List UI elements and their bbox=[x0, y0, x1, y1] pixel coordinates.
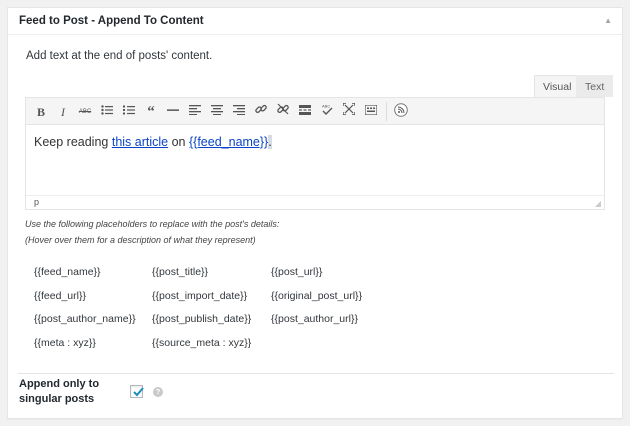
placeholder-feed-url[interactable]: {{feed_url}} bbox=[34, 290, 86, 302]
collapse-arrow-icon[interactable]: ▲ bbox=[604, 16, 612, 25]
fullscreen-icon[interactable] bbox=[340, 102, 358, 121]
placeholder-meta[interactable]: {{meta : xyz}} bbox=[34, 337, 96, 349]
placeholder-post-url[interactable]: {{post_url}} bbox=[271, 266, 322, 278]
placeholder-post-publish-date[interactable]: {{post_publish_date}} bbox=[152, 313, 251, 325]
question-mark-icon[interactable]: ? bbox=[153, 387, 163, 397]
content-editor: B I ABC “ ABC Keep reading this article … bbox=[25, 97, 605, 210]
blockquote-icon[interactable]: “ bbox=[142, 103, 160, 121]
horizontal-rule-icon[interactable] bbox=[164, 103, 182, 121]
content-text: Keep reading bbox=[34, 135, 112, 149]
italic-icon[interactable]: I bbox=[54, 103, 72, 121]
this-article-link[interactable]: this article bbox=[112, 135, 168, 149]
section-divider bbox=[18, 373, 614, 374]
numbered-list-icon[interactable] bbox=[120, 103, 138, 121]
rss-icon[interactable] bbox=[392, 103, 410, 121]
checkmark-icon bbox=[133, 387, 144, 397]
panel-header[interactable]: Feed to Post - Append To Content ▲ bbox=[8, 8, 622, 35]
placeholder-post-author-url[interactable]: {{post_author_url}} bbox=[271, 313, 358, 325]
editor-toolbar: B I ABC “ ABC bbox=[26, 98, 604, 125]
placeholder-post-title[interactable]: {{post_title}} bbox=[152, 266, 208, 278]
panel-description: Add text at the end of posts' content. bbox=[26, 50, 213, 62]
panel-title: Feed to Post - Append To Content bbox=[19, 15, 204, 27]
feed-name-link[interactable]: {{feed_name}} bbox=[189, 135, 268, 149]
append-singular-label: Append only to singular posts bbox=[19, 378, 100, 405]
align-right-icon[interactable] bbox=[230, 103, 248, 121]
append-to-content-panel: Feed to Post - Append To Content ▲ Add t… bbox=[7, 7, 623, 419]
align-center-icon[interactable] bbox=[208, 103, 226, 121]
toolbar-separator bbox=[386, 102, 387, 121]
kitchen-sink-icon[interactable] bbox=[362, 103, 380, 121]
placeholder-post-import-date[interactable]: {{post_import_date}} bbox=[152, 290, 247, 302]
placeholder-feed-name[interactable]: {{feed_name}} bbox=[34, 266, 101, 278]
strikethrough-icon[interactable]: ABC bbox=[76, 103, 94, 121]
bullet-list-icon[interactable] bbox=[98, 103, 116, 121]
bold-icon[interactable]: B bbox=[32, 103, 50, 121]
tab-text[interactable]: Text bbox=[576, 75, 614, 97]
placeholder-original-post-url[interactable]: {{original_post_url}} bbox=[271, 290, 362, 302]
placeholder-source-meta[interactable]: {{source_meta : xyz}} bbox=[152, 337, 251, 349]
unlink-icon[interactable] bbox=[274, 103, 292, 121]
element-path[interactable]: p bbox=[34, 197, 39, 207]
placeholder-post-author-name[interactable]: {{post_author_name}} bbox=[34, 313, 136, 325]
align-left-icon[interactable] bbox=[186, 103, 204, 121]
help-text-line2: (Hover over them for a description of wh… bbox=[25, 235, 256, 245]
help-text-line1: Use the following placeholders to replac… bbox=[25, 219, 280, 229]
read-more-icon[interactable] bbox=[296, 103, 314, 121]
editor-statusbar: p ◢ bbox=[26, 195, 604, 209]
editor-content-area[interactable]: Keep reading this article on {{feed_name… bbox=[26, 125, 604, 197]
content-text: . bbox=[268, 135, 272, 149]
tab-visual[interactable]: Visual bbox=[534, 75, 581, 97]
resize-handle-icon[interactable]: ◢ bbox=[595, 199, 601, 208]
svg-text:ABC: ABC bbox=[322, 104, 330, 109]
content-text: on bbox=[168, 135, 189, 149]
spellcheck-icon[interactable]: ABC bbox=[318, 103, 336, 121]
link-icon[interactable] bbox=[252, 103, 270, 121]
append-singular-checkbox[interactable] bbox=[130, 385, 144, 398]
